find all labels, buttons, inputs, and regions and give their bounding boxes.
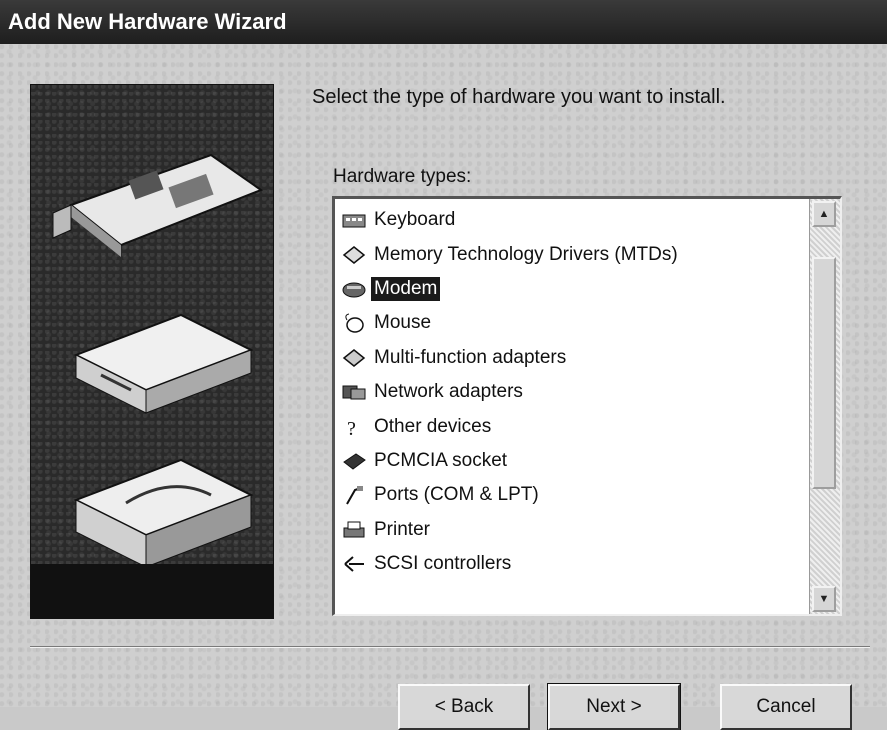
modem-icon <box>337 275 371 303</box>
wizard-dialog: Select the type of hardware you want to … <box>0 44 887 730</box>
list-item[interactable]: Network adapters <box>337 375 807 409</box>
port-icon <box>337 481 371 509</box>
hardware-types-listbox[interactable]: Keyboard Memory Technology Drivers (MTDs)… <box>332 196 842 616</box>
list-item-label: SCSI controllers <box>374 553 512 575</box>
vertical-scrollbar[interactable]: ▲ ▼ <box>809 199 840 614</box>
illustration-footer <box>31 564 273 618</box>
list-item[interactable]: PCMCIA socket <box>337 444 807 478</box>
scroll-thumb[interactable] <box>812 257 836 489</box>
scsi-icon <box>337 550 371 578</box>
list-item-label: Other devices <box>374 415 492 437</box>
window-title: Add New Hardware Wizard <box>0 0 887 44</box>
keyboard-icon <box>337 206 371 234</box>
next-button[interactable]: Next > <box>547 683 681 730</box>
hardware-list: Keyboard Memory Technology Drivers (MTDs)… <box>337 203 807 581</box>
memory-icon <box>337 241 371 269</box>
instruction-text: Select the type of hardware you want to … <box>312 86 726 108</box>
pcmcia-icon <box>337 447 371 475</box>
list-item-label: Keyboard <box>374 209 456 231</box>
list-item-label: Mouse <box>374 312 432 334</box>
list-item-label: Multi-function adapters <box>374 346 567 368</box>
multifunction-icon <box>337 344 371 372</box>
cancel-button[interactable]: Cancel <box>720 684 852 730</box>
list-item[interactable]: Multi-function adapters <box>337 341 807 375</box>
list-item[interactable]: SCSI controllers <box>337 547 807 581</box>
list-item[interactable]: Modem <box>337 272 807 306</box>
svg-text:?: ? <box>347 418 356 438</box>
mouse-icon <box>337 309 371 337</box>
list-item[interactable]: ? Other devices <box>337 409 807 443</box>
hardware-types-label: Hardware types: <box>333 166 472 187</box>
network-icon <box>337 378 371 406</box>
question-icon: ? <box>337 413 371 441</box>
list-item-label: Network adapters <box>374 381 523 403</box>
list-item[interactable]: Mouse <box>337 306 807 340</box>
scroll-down-button[interactable]: ▼ <box>812 586 836 612</box>
printer-icon <box>337 516 371 544</box>
modem-device-illustration <box>73 313 254 414</box>
list-item[interactable]: Keyboard <box>337 203 807 237</box>
list-item-label: Printer <box>374 518 430 540</box>
drive-device-illustration <box>73 458 254 568</box>
back-button[interactable]: < Back <box>398 684 530 730</box>
list-item-label: Memory Technology Drivers (MTDs) <box>374 243 678 265</box>
expansion-card-illustration <box>52 153 264 257</box>
list-item[interactable]: Printer <box>337 513 807 547</box>
list-item-label: Ports (COM & LPT) <box>374 484 539 506</box>
list-item[interactable]: Ports (COM & LPT) <box>337 478 807 512</box>
list-item-label: PCMCIA socket <box>374 449 508 471</box>
wizard-illustration <box>30 84 274 619</box>
list-item-label: Modem <box>371 276 441 301</box>
scroll-up-button[interactable]: ▲ <box>812 201 836 227</box>
list-item[interactable]: Memory Technology Drivers (MTDs) <box>337 237 807 271</box>
button-divider <box>30 646 870 648</box>
